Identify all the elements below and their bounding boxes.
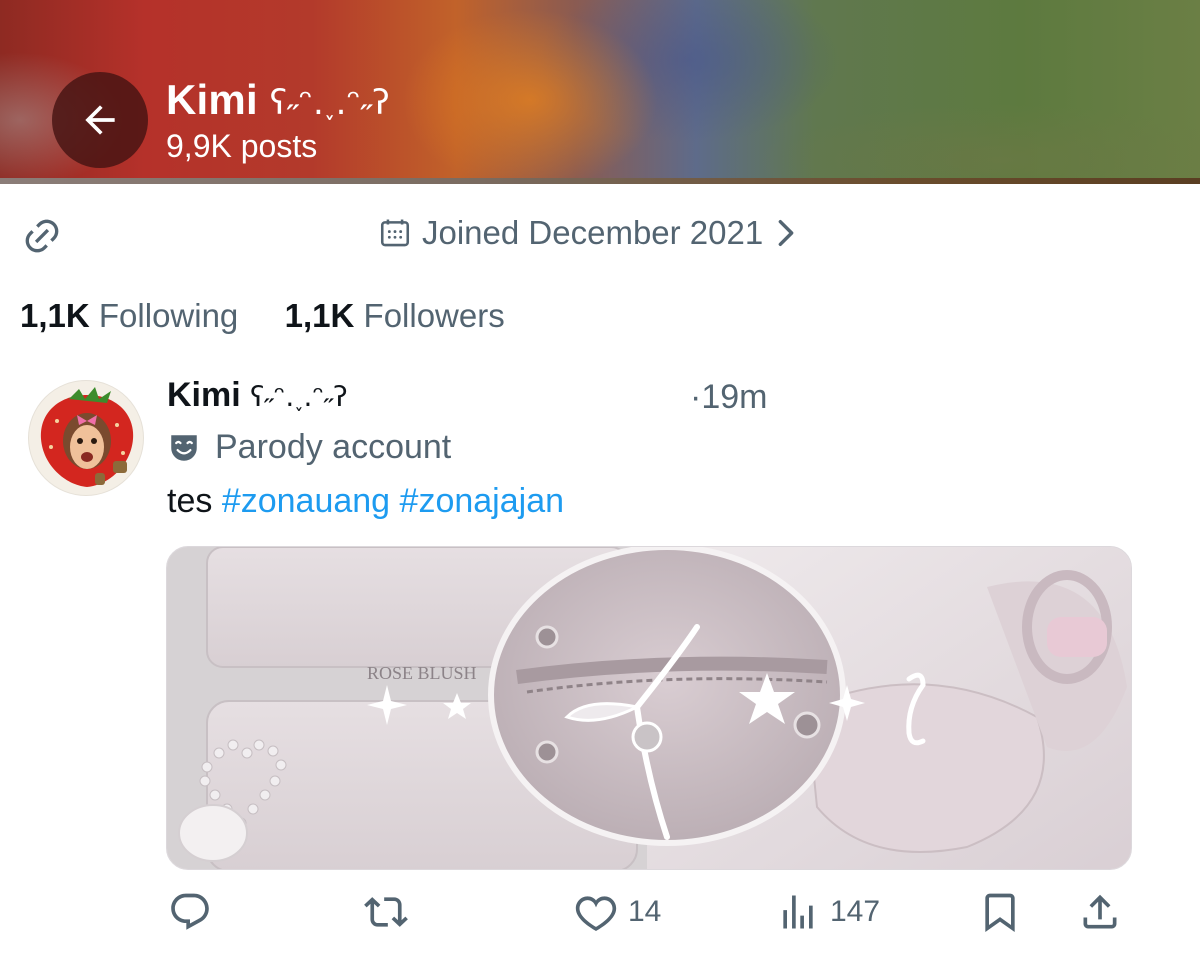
views-count: 147	[830, 895, 881, 928]
header-profile-name: Kimi ʕ˶ᵔ.˯.ᵔ˶ʔ	[166, 76, 390, 124]
repost-button[interactable]	[364, 890, 418, 934]
post-text: tes #zonauang #zonajajan	[167, 482, 564, 521]
theater-mask-icon	[171, 434, 197, 461]
following-count: 1,1K	[20, 297, 90, 334]
parody-label: Parody account	[215, 428, 452, 466]
followers-link[interactable]: 1,1K Followers	[285, 297, 505, 334]
post-author-name[interactable]: Kimi ʕ˶ᵔ.˯.ᵔ˶ʔ	[167, 376, 348, 415]
arrow-left-icon	[85, 105, 115, 135]
views-button[interactable]: 147	[776, 890, 880, 934]
hashtag-link[interactable]: #zonajajan	[400, 482, 564, 520]
back-button[interactable]	[52, 72, 148, 168]
post-author-text: Kimi	[167, 376, 241, 414]
post-text-prefix: tes	[167, 482, 213, 520]
bookmark-icon	[985, 893, 1015, 933]
chevron-right-icon	[778, 219, 794, 247]
avatar[interactable]	[28, 380, 144, 496]
joined-date[interactable]: Joined December 2021	[378, 214, 799, 252]
header-name-text: Kimi	[166, 76, 258, 123]
header-post-count: 9,9K posts	[166, 128, 318, 164]
link-icon[interactable]	[22, 216, 62, 256]
post-media-image[interactable]: ROSE BLUSH	[166, 546, 1132, 870]
post-timestamp[interactable]: ·19m	[690, 378, 767, 417]
post-author-emoticon: ʕ˶ᵔ.˯.ᵔ˶ʔ	[250, 380, 348, 413]
hashtag-link[interactable]: #zonauang	[222, 482, 390, 520]
joined-text: Joined December 2021	[422, 214, 764, 251]
share-button[interactable]	[1078, 890, 1122, 934]
reply-icon	[171, 893, 209, 930]
followers-label: Followers	[363, 297, 505, 334]
media-caption: ROSE BLUSH	[367, 663, 477, 683]
post-actions-bar: 14 147	[0, 890, 1200, 946]
repost-icon	[364, 897, 408, 927]
analytics-icon	[783, 895, 813, 929]
like-button[interactable]: 14	[574, 890, 661, 934]
follow-stats: 1,1K Following 1,1K Followers	[20, 297, 505, 335]
like-count: 14	[628, 895, 662, 928]
followers-count: 1,1K	[284, 297, 355, 334]
following-label: Following	[98, 297, 239, 334]
parody-badge: Parody account	[167, 428, 451, 467]
following-link[interactable]: 1,1K Following	[20, 297, 247, 334]
bookmark-button[interactable]	[978, 890, 1022, 934]
reply-button[interactable]	[168, 890, 222, 934]
share-icon	[1083, 894, 1117, 929]
header-name-emoticon: ʕ˶ᵔ.˯.ᵔ˶ʔ	[269, 83, 390, 123]
heart-icon	[575, 896, 617, 931]
calendar-icon	[380, 219, 410, 247]
